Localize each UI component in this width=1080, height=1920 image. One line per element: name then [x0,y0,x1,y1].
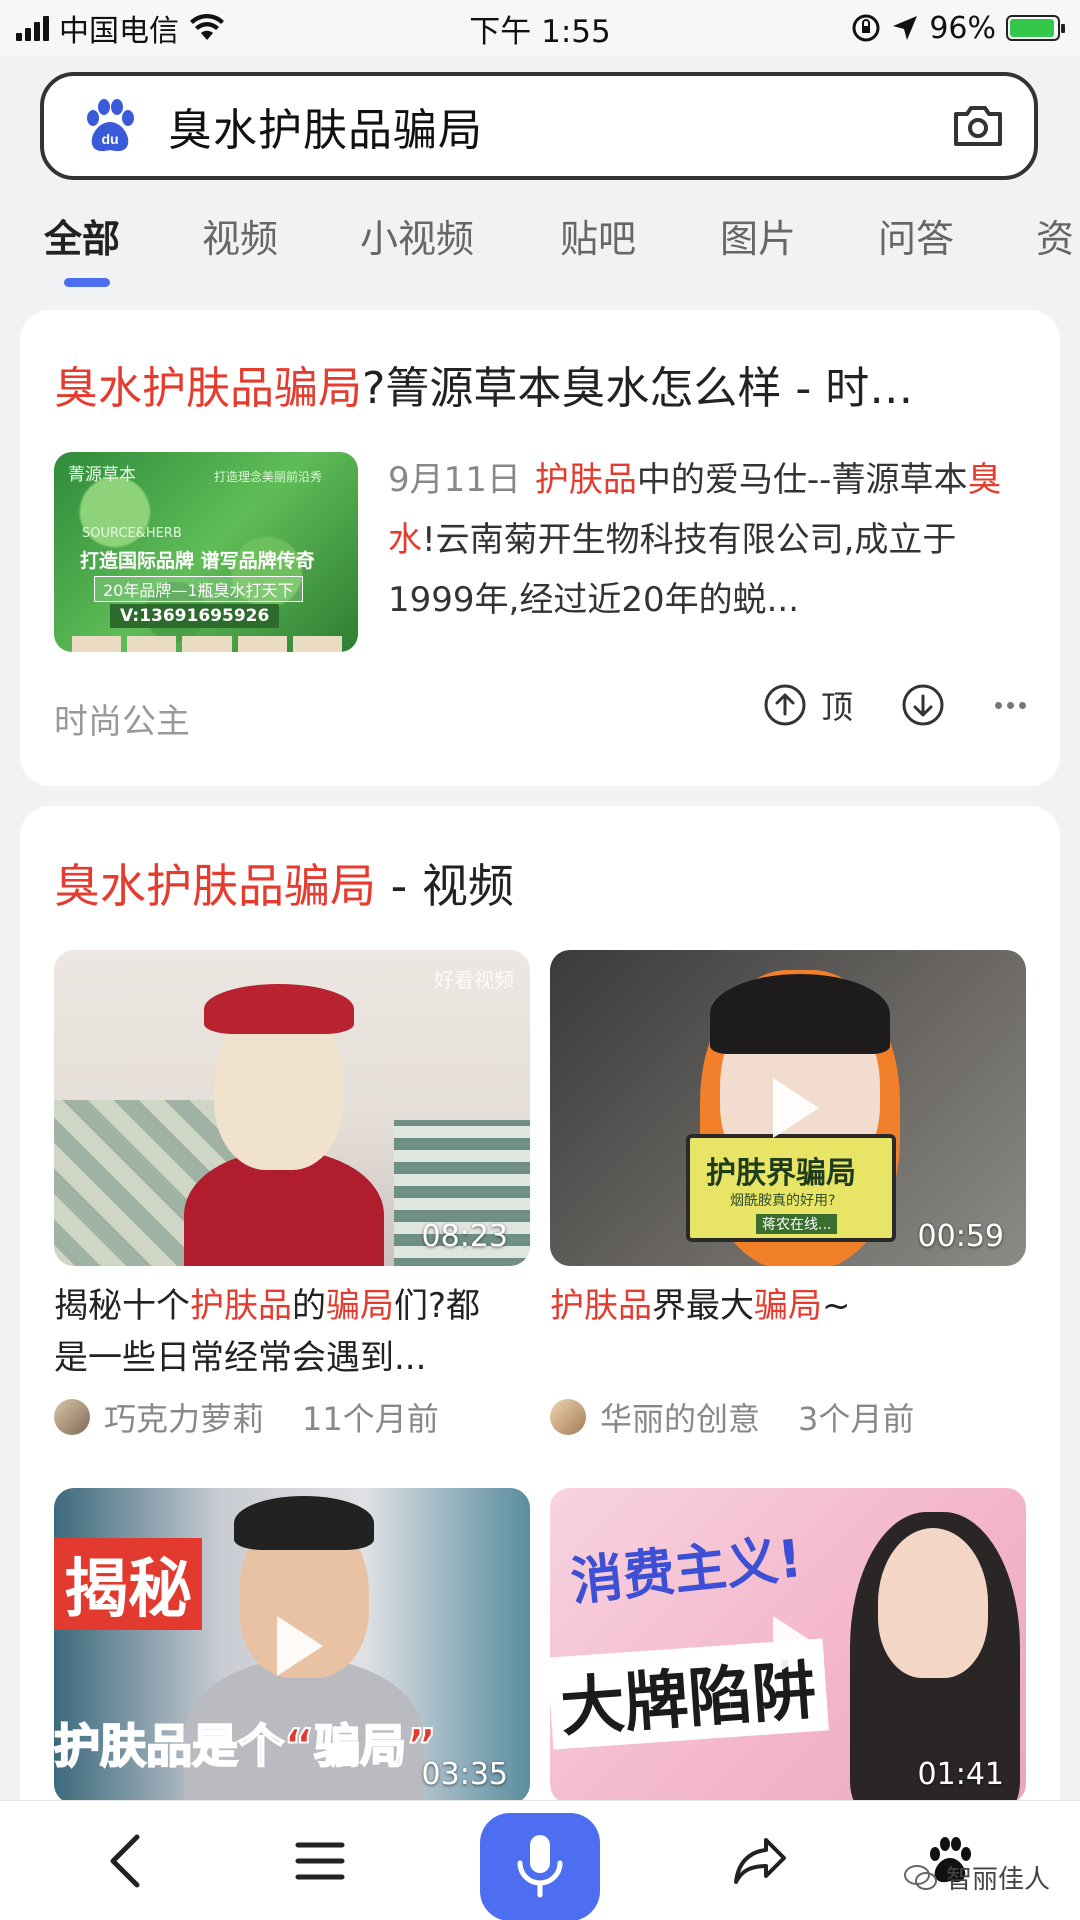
video-overlay-title: 消费主义! [568,1529,805,1613]
baidu-logo-icon[interactable]: du [80,96,140,156]
microphone-icon [517,1835,563,1898]
thumb-phone: V:13691695926 [110,604,280,628]
thumb-line2: 20年品牌—1瓶臭水打天下 [94,576,303,602]
video-section-title[interactable]: 臭水护肤品骗局 - 视频 [54,850,514,916]
battery-percent: 96% [929,10,996,46]
tab-all[interactable]: 全部 [44,208,120,263]
wechat-icon [903,1864,937,1890]
result-card[interactable]: 臭水护肤品骗局?箐源草本臭水怎么样 - 时… 菁源草本 打造理念美丽前沿秀 SO… [20,310,1060,786]
watermark-text: 智丽佳人 [945,1865,1050,1895]
snippet-highlight: 护肤品 [534,460,637,500]
result-source[interactable]: 时尚公主 [54,694,190,743]
video-time: 11个月前 [302,1400,439,1438]
battery-icon [1006,15,1065,41]
upvote-label[interactable]: 顶 [821,682,853,728]
thumb-decoration [72,636,343,652]
search-tabs: 全部 视频 小视频 贴吧 图片 问答 资 [0,196,1080,292]
video-duration: 08:23 [421,1219,508,1254]
result-date: 9月11日 [388,460,521,500]
sign-main-text: 护肤界骗局 [706,1156,856,1191]
camera-icon[interactable] [952,104,1004,148]
video-meta: 巧克力萝莉 11个月前 [54,1394,439,1440]
downvote-icon[interactable] [901,683,945,727]
share-icon [734,1838,786,1884]
location-icon [893,16,918,40]
result-title-rest: ?箐源草本臭水怎么样 - 时… [362,363,914,414]
tab-short-video[interactable]: 小视频 [360,208,474,263]
video-section: 臭水护肤品骗局 - 视频 好看视频 08:23 揭秘十个护肤品的骗局们?都是一些… [20,806,1060,1920]
video-duration: 03:35 [421,1757,508,1792]
more-icon[interactable] [995,701,1026,709]
search-input[interactable]: 臭水护肤品骗局 [168,94,952,158]
status-bar: 中国电信 下午 1:55 96% [0,0,1080,56]
video-duration: 01:41 [917,1757,1004,1792]
tab-qa[interactable]: 问答 [878,208,954,263]
result-title[interactable]: 臭水护肤品骗局?箐源草本臭水怎么样 - 时… [54,352,1044,416]
result-snippet: 9月11日 护肤品中的爱马仕--菁源草本臭水!云南菊开生物科技有限公司,成立于19… [388,450,1028,630]
video-thumbnail[interactable]: 护肤界骗局 烟酰胺真的好用? 蒋农在线... 00:59 [550,950,1026,1266]
play-icon[interactable] [277,1616,323,1676]
video-thumbnail[interactable]: 消费主义! 大牌陷阱 01:41 [550,1488,1026,1804]
upvote-icon[interactable] [763,683,807,727]
result-actions: 顶 [763,682,1026,728]
video-overlay-subtitle: 护肤品是个“骗局” [54,1718,437,1774]
video-duration: 00:59 [917,1219,1004,1254]
watermark: 智丽佳人 [903,1859,1050,1896]
tab-indicator [64,278,110,287]
result-title-highlight: 臭水护肤品骗局 [54,363,362,414]
orientation-lock-icon [852,14,880,42]
video-meta: 华丽的创意 3个月前 [550,1394,914,1440]
sign-sub-text: 烟酰胺真的好用? [730,1193,836,1209]
video-caption[interactable]: 揭秘十个护肤品的骗局们?都是一些日常经常会遇到... [54,1280,514,1384]
video-author[interactable]: 巧克力萝莉 [104,1394,264,1440]
search-bar[interactable]: du 臭水护肤品骗局 [40,72,1038,180]
video-section-title-highlight: 臭水护肤品骗局 [54,859,376,913]
sign-board: 护肤界骗局 烟酰胺真的好用? 蒋农在线... [686,1134,896,1242]
person-hair [234,1496,374,1550]
back-icon [110,1834,140,1888]
sign-tag-text: 蒋农在线... [756,1214,838,1234]
menu-icon [295,1842,345,1880]
voice-search-button[interactable] [480,1813,600,1920]
person-face [878,1528,988,1678]
video-author[interactable]: 华丽的创意 [600,1394,760,1440]
video-watermark: 好看视频 [434,968,514,992]
video-time: 3个月前 [798,1400,915,1438]
avatar[interactable] [550,1399,586,1435]
thumb-line1: 打造国际品牌 谱写品牌传奇 [80,550,315,572]
thumb-english: SOURCE&HERB [82,526,182,541]
video-overlay-title: 揭秘 [54,1538,202,1630]
logo-text: du [101,131,118,147]
snippet-text: !云南菊开生物科技有限公司,成立于1999年,经过近20年的蜕... [388,520,957,620]
tab-tieba[interactable]: 贴吧 [560,208,636,263]
bottom-toolbar: 智丽佳人 [0,1800,1080,1920]
video-section-title-rest: - 视频 [376,859,514,913]
avatar[interactable] [54,1399,90,1435]
play-icon[interactable] [773,1078,819,1138]
snippet-text: 中的爱马仕--菁源草本 [636,460,968,500]
back-button[interactable] [80,1801,170,1920]
clock: 下午 1:55 [469,13,611,50]
thumb-slogan: 打造理念美丽前沿秀 [214,470,323,484]
wifi-icon [190,14,224,40]
tab-more[interactable]: 资 [1036,208,1074,263]
video-caption[interactable]: 护肤品界最大骗局~ [550,1280,1010,1332]
signal-icon [16,15,49,41]
headband [204,984,354,1034]
tab-video[interactable]: 视频 [202,208,278,263]
carrier: 中国电信 [59,14,179,49]
play-icon[interactable] [773,1616,819,1676]
video-thumbnail[interactable]: 揭秘 护肤品是个“骗局” 03:35 [54,1488,530,1804]
menu-button[interactable] [270,1801,370,1920]
thumb-brand: 菁源草本 [68,465,136,485]
person-hair [710,974,890,1054]
video-thumbnail[interactable]: 好看视频 08:23 [54,950,530,1266]
share-button[interactable] [710,1801,810,1920]
tab-images[interactable]: 图片 [720,208,796,263]
result-thumbnail[interactable]: 菁源草本 打造理念美丽前沿秀 SOURCE&HERB 打造国际品牌 谱写品牌传奇… [54,452,358,652]
